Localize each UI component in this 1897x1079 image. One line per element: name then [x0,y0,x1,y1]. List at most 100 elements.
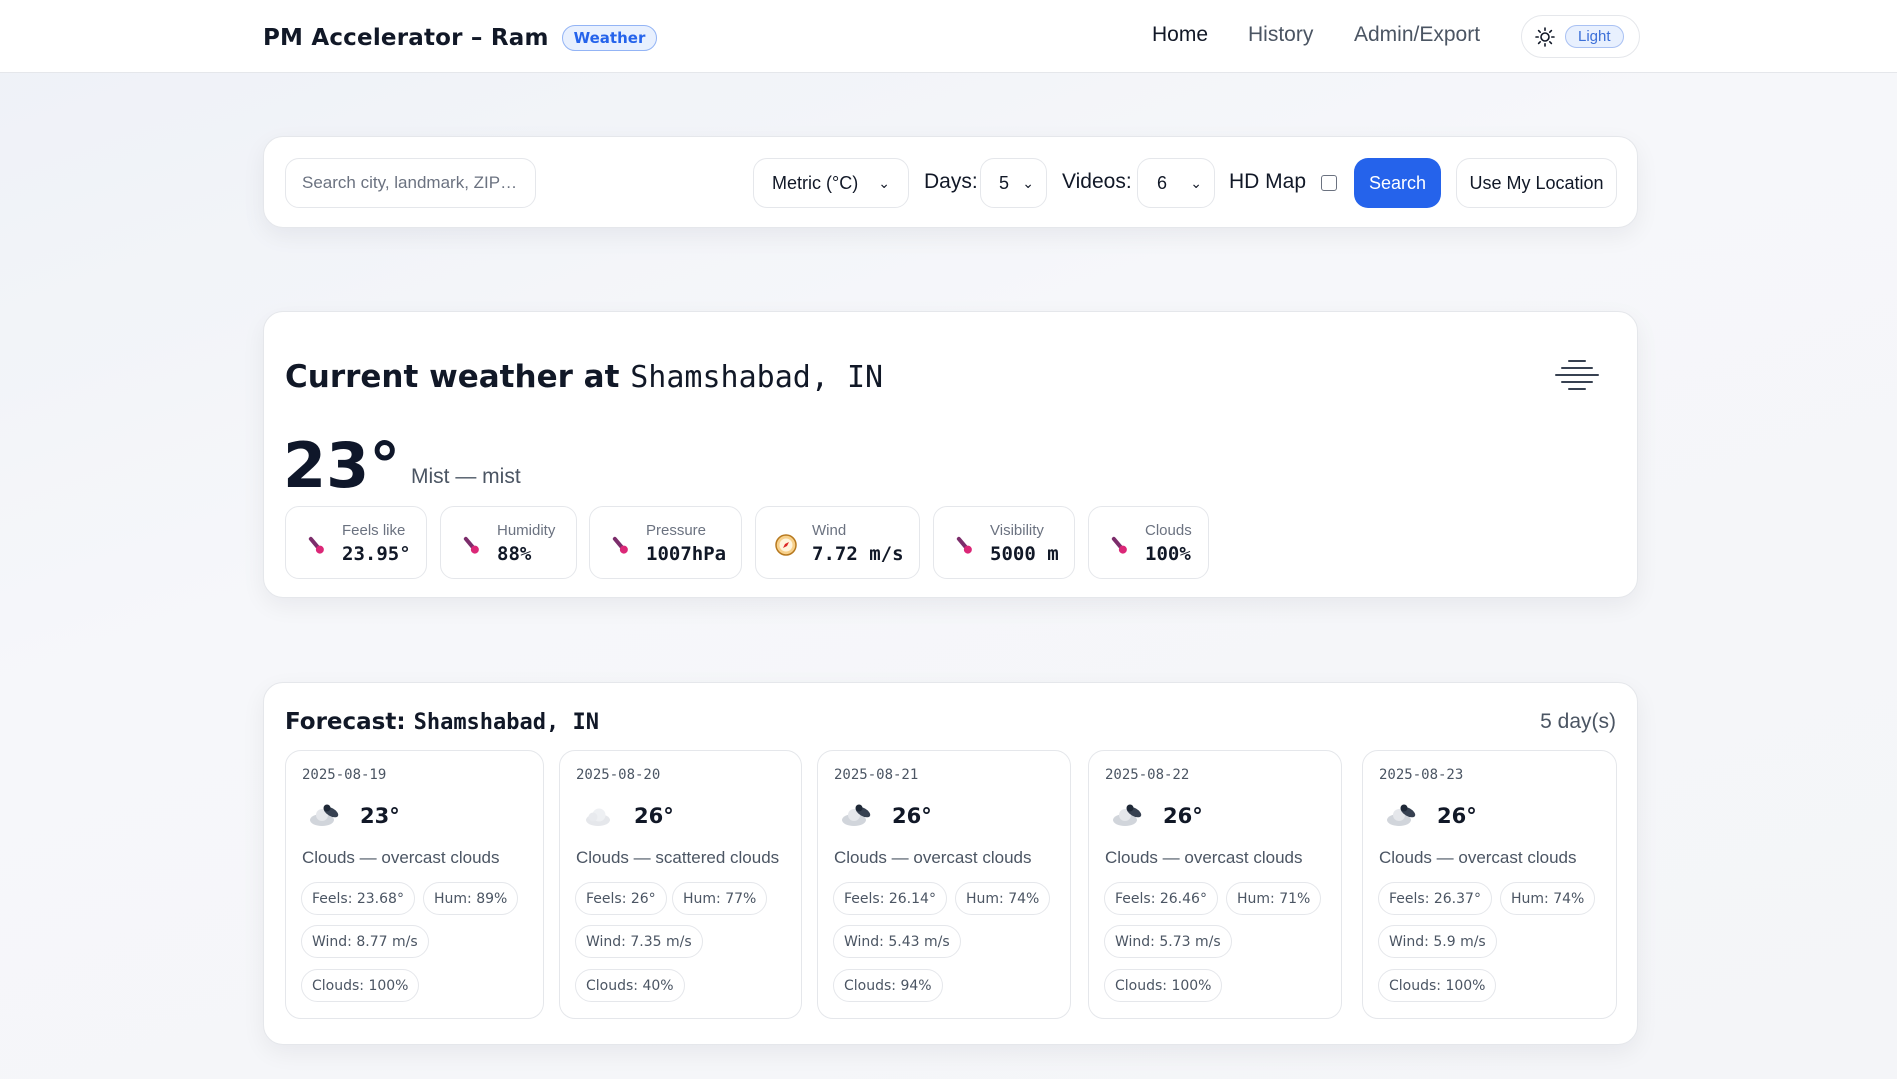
forecast-wind-chip: Wind: 5.73 m/s [1104,925,1232,958]
search-button[interactable]: Search [1354,158,1441,208]
videos-select-value: 6 [1157,172,1168,193]
current-temperature: 23° [283,429,401,502]
forecast-date: 2025-08-20 [576,767,661,783]
forecast-temp: 26° [1437,804,1477,828]
forecast-humidity-chip: Hum: 74% [955,882,1051,915]
forecast-clouds-chip: Clouds: 100% [301,969,420,1002]
stat-value: 23.95° [342,543,411,565]
forecast-clouds-chip: Clouds: 100% [1104,969,1223,1002]
overcast-clouds-icon [1385,803,1421,831]
stat-feels-like: Feels like 23.95° [285,506,427,579]
forecast-humidity-chip: Hum: 89% [423,882,519,915]
overcast-clouds-icon [840,803,876,831]
forecast-date: 2025-08-22 [1105,767,1190,783]
stat-pressure: Pressure 1007hPa [589,506,742,579]
scattered-clouds-icon [582,803,618,831]
forecast-day-card: 2025-08-23 26° Clouds — overcast clouds … [1362,750,1617,1019]
nav-history-link[interactable]: History [1248,23,1313,47]
theme-toggle[interactable]: Light [1521,15,1640,58]
forecast-location: Shamshabad, IN [413,710,600,735]
current-weather-title: Current weather at Shamshabad, IN [285,359,883,395]
compass-icon [774,533,798,557]
theme-label: Light [1565,25,1624,48]
forecast-description: Clouds — overcast clouds [834,848,1032,867]
units-select-value: Metric (°C) [772,172,859,193]
forecast-title: Forecast: Shamshabad, IN [285,709,599,735]
units-select[interactable]: Metric (°C) ⌄ [753,158,909,208]
hd-map-checkbox[interactable] [1321,175,1337,191]
forecast-card: Forecast: Shamshabad, IN 5 day(s) 2025-0… [263,682,1638,1045]
stat-wind: Wind 7.72 m/s [755,506,920,579]
forecast-wind-chip: Wind: 7.35 m/s [575,925,703,958]
forecast-date: 2025-08-21 [834,767,919,783]
forecast-temp: 26° [634,804,674,828]
overcast-clouds-icon [1111,803,1147,831]
forecast-clouds-chip: Clouds: 40% [575,969,685,1002]
forecast-feels-chip: Feels: 26.37° [1378,882,1492,915]
forecast-humidity-chip: Hum: 71% [1226,882,1322,915]
thermometer-icon [1107,533,1131,557]
current-weather-card: Current weather at Shamshabad, IN 23° Mi… [263,311,1638,598]
stat-label: Wind [812,522,847,539]
chevron-down-icon: ⌄ [878,174,890,191]
forecast-description: Clouds — overcast clouds [302,848,500,867]
chevron-down-icon: ⌄ [1022,174,1034,191]
stat-value: 7.72 m/s [812,543,904,565]
forecast-description: Clouds — overcast clouds [1379,848,1577,867]
forecast-temp: 26° [1163,804,1203,828]
use-my-location-button[interactable]: Use My Location [1456,158,1617,208]
brand-title: PM Accelerator – Ram [263,25,549,51]
days-select[interactable]: 5 ⌄ [980,158,1047,208]
forecast-day-card: 2025-08-22 26° Clouds — overcast clouds … [1088,750,1342,1019]
forecast-clouds-chip: Clouds: 100% [1378,969,1497,1002]
chevron-down-icon: ⌄ [1190,174,1202,191]
forecast-description: Clouds — overcast clouds [1105,848,1303,867]
stat-label: Humidity [497,522,556,539]
current-description: Mist — mist [411,465,521,488]
nav-home-link[interactable]: Home [1152,23,1208,47]
stat-humidity: Humidity 88% [440,506,577,579]
forecast-day-card: 2025-08-21 26° Clouds — overcast clouds … [817,750,1071,1019]
nav-admin-export-link[interactable]: Admin/Export [1354,23,1480,47]
thermometer-icon [459,533,483,557]
forecast-date: 2025-08-23 [1379,767,1464,783]
forecast-wind-chip: Wind: 5.9 m/s [1378,925,1497,958]
stat-label: Clouds [1145,522,1192,539]
forecast-description: Clouds — scattered clouds [576,848,780,867]
stat-visibility: Visibility 5000 m [933,506,1075,579]
mist-icon [1554,358,1600,396]
forecast-humidity-chip: Hum: 74% [1500,882,1596,915]
stat-value: 1007hPa [646,543,727,565]
thermometer-icon [608,533,632,557]
overcast-clouds-icon [308,803,344,831]
forecast-temp: 23° [360,804,400,828]
thermometer-icon [952,533,976,557]
videos-label: Videos: [1062,170,1132,193]
hd-map-label: HD Map [1229,170,1307,193]
top-navbar: PM Accelerator – Ram Weather Home Histor… [0,0,1897,73]
stat-label: Visibility [990,522,1044,539]
forecast-feels-chip: Feels: 26.46° [1104,882,1218,915]
days-select-value: 5 [999,172,1010,193]
days-label: Days: [924,170,978,193]
forecast-day-card: 2025-08-19 23° Clouds — overcast clouds … [285,750,544,1019]
videos-select[interactable]: 6 ⌄ [1137,158,1215,208]
forecast-clouds-chip: Clouds: 94% [833,969,943,1002]
brand[interactable]: PM Accelerator – Ram Weather [263,22,658,54]
current-location: Shamshabad, IN [630,360,884,395]
current-title-prefix: Current weather at [285,359,620,395]
forecast-humidity-chip: Hum: 77% [672,882,768,915]
stat-clouds: Clouds 100% [1088,506,1209,579]
forecast-feels-chip: Feels: 23.68° [301,882,415,915]
forecast-day-card: 2025-08-20 26° Clouds — scattered clouds… [559,750,802,1019]
forecast-feels-chip: Feels: 26.14° [833,882,947,915]
stat-value: 88% [497,543,532,565]
brand-badge: Weather [561,25,658,51]
forecast-title-prefix: Forecast: [285,709,406,735]
stat-label: Feels like [342,522,406,539]
stat-value: 100% [1145,543,1191,565]
search-input[interactable] [285,158,536,208]
thermometer-icon [304,533,328,557]
stat-label: Pressure [646,522,707,539]
forecast-days-count: 5 day(s) [1540,710,1616,733]
